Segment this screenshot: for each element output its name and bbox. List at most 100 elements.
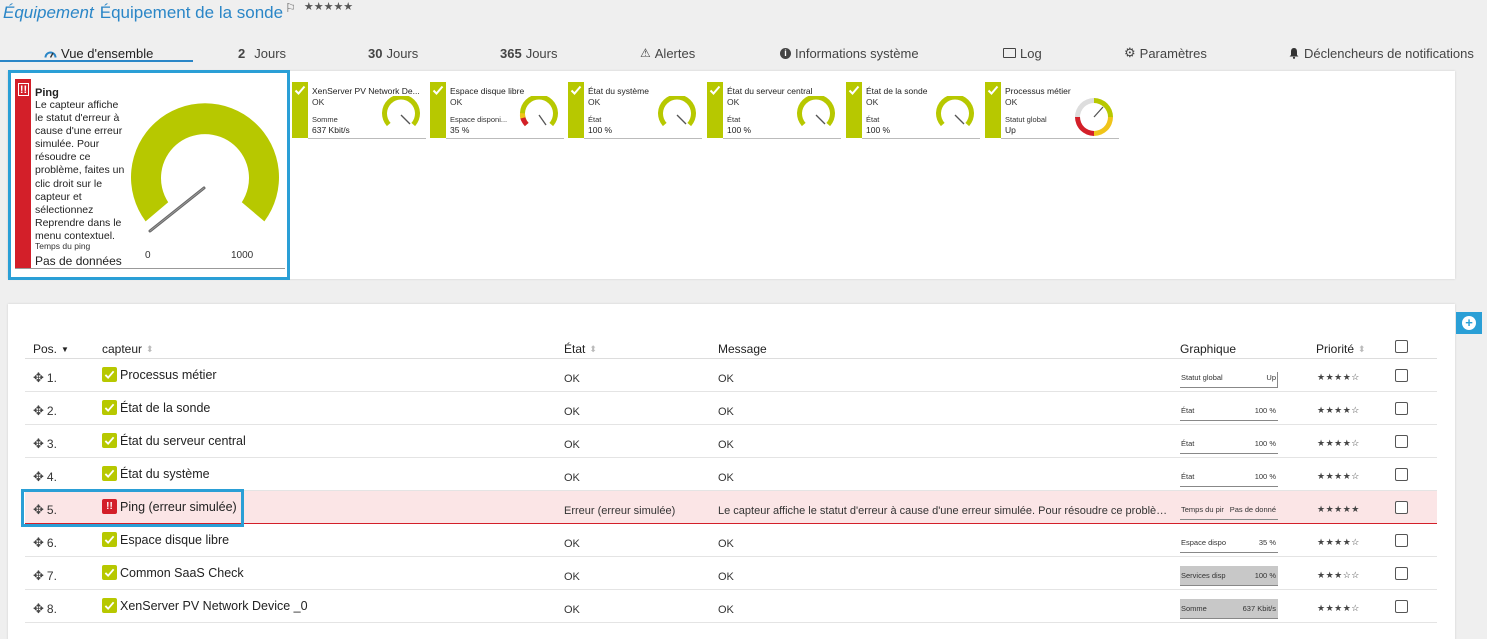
gauge-probe-health[interactable]: État de la sonde OK État 100 % bbox=[846, 82, 981, 139]
drag-handle-icon[interactable]: ✥ bbox=[33, 568, 44, 584]
row-priority-stars[interactable]: ★★★★☆ bbox=[1317, 372, 1360, 383]
gauge-disk-free[interactable]: Espace disque libre OK Espace disponi...… bbox=[430, 82, 565, 139]
mini-channel: Statut global bbox=[1181, 373, 1223, 382]
column-header-message[interactable]: Message bbox=[718, 342, 767, 356]
log-icon bbox=[1003, 48, 1016, 58]
row-position[interactable]: ✥ 1. bbox=[33, 370, 57, 386]
row-checkbox[interactable] bbox=[1395, 468, 1408, 481]
row-priority-stars[interactable]: ★★★★☆ bbox=[1317, 603, 1360, 614]
row-position[interactable]: ✥ 7. bbox=[33, 568, 57, 584]
select-all-checkbox[interactable] bbox=[1395, 340, 1408, 353]
table-row[interactable]: ✥ 7. Common SaaS Check OK OK Services dis… bbox=[25, 557, 1437, 590]
row-checkbox[interactable] bbox=[1395, 534, 1408, 547]
ping-gauge-card[interactable]: !! Ping Le capteur affiche le statut d'e… bbox=[8, 70, 290, 280]
row-sensor-name[interactable]: XenServer PV Network Device _0 bbox=[120, 599, 308, 613]
row-position[interactable]: ✥ 6. bbox=[33, 535, 57, 551]
mini-value: 35 % bbox=[1258, 538, 1276, 547]
row-position[interactable]: ✥ 4. bbox=[33, 469, 57, 485]
tab-notification-triggers[interactable]: Déclencheurs de notifications bbox=[1288, 44, 1474, 62]
row-sensor[interactable]: XenServer PV Network Device _0 bbox=[102, 598, 308, 613]
row-position[interactable]: ✥ 3. bbox=[33, 436, 57, 452]
row-sensor[interactable]: Processus métier bbox=[102, 367, 217, 382]
gauge-system-health[interactable]: État du système OK État 100 % bbox=[568, 82, 703, 139]
gauge-business-process[interactable]: Processus métier OK Statut global Up bbox=[985, 82, 1120, 139]
row-checkbox[interactable] bbox=[1395, 501, 1408, 514]
row-priority-stars[interactable]: ★★★★☆ bbox=[1317, 537, 1360, 548]
gauge-sensor-name[interactable]: Processus métier bbox=[1005, 86, 1117, 96]
row-sensor-name[interactable]: État du système bbox=[120, 467, 210, 481]
tab-365-days[interactable]: 365 Jours bbox=[500, 44, 558, 62]
row-mini-graph[interactable]: Statut global Up bbox=[1180, 368, 1278, 388]
row-state: Erreur (erreur simulée) bbox=[564, 505, 676, 517]
column-header-state-label: État bbox=[564, 342, 586, 356]
row-sensor-name[interactable]: État de la sonde bbox=[120, 401, 210, 415]
drag-handle-icon[interactable]: ✥ bbox=[33, 535, 44, 551]
drag-handle-icon[interactable]: ✥ bbox=[33, 436, 44, 452]
tab-system-info[interactable]: i Informations système bbox=[780, 44, 919, 62]
row-priority-stars[interactable]: ★★★★★ bbox=[1317, 504, 1360, 515]
gauge-core-health[interactable]: État du serveur central OK État 100 % bbox=[707, 82, 842, 139]
gauge-value: 100 % bbox=[866, 125, 891, 135]
row-sensor-name[interactable]: Processus métier bbox=[120, 368, 217, 382]
row-mini-graph[interactable]: État 100 % bbox=[1180, 434, 1278, 454]
table-row[interactable]: ✥ 4. État du système OK OK État 100 % ★★★★… bbox=[25, 458, 1437, 491]
row-sensor[interactable]: Espace disque libre bbox=[102, 532, 229, 547]
row-priority-stars[interactable]: ★★★★☆ bbox=[1317, 405, 1360, 416]
drag-handle-icon[interactable]: ✥ bbox=[33, 403, 44, 419]
row-priority-stars[interactable]: ★★★★☆ bbox=[1317, 438, 1360, 449]
table-row[interactable]: ✥ 1. Processus métier OK OK Statut global… bbox=[25, 359, 1437, 392]
column-header-state[interactable]: État ⬍ bbox=[564, 342, 597, 356]
gauge-sensor-name[interactable]: État du serveur central bbox=[727, 86, 839, 96]
row-mini-graph[interactable]: Somme 637 Kbit/s bbox=[1180, 599, 1278, 619]
drag-handle-icon[interactable]: ✥ bbox=[33, 601, 44, 617]
row-sensor-name[interactable]: État du serveur central bbox=[120, 434, 246, 448]
gauge-sensor-name[interactable]: État du système bbox=[588, 86, 700, 96]
gauge-channel: État bbox=[727, 115, 741, 124]
row-position[interactable]: ✥ 8. bbox=[33, 601, 57, 617]
row-priority-stars[interactable]: ★★★★☆ bbox=[1317, 471, 1360, 482]
gauge-xenserver-network[interactable]: XenServer PV Network De... OK Somme 637 … bbox=[292, 82, 427, 139]
row-checkbox[interactable] bbox=[1395, 402, 1408, 415]
row-mini-graph[interactable]: État 100 % bbox=[1180, 467, 1278, 487]
column-header-pos[interactable]: Pos. ▼ bbox=[33, 342, 69, 356]
row-sensor-name[interactable]: Espace disque libre bbox=[120, 533, 229, 547]
tab-settings[interactable]: ⚙ Paramètres bbox=[1124, 44, 1207, 62]
tab-2-days[interactable]: 2 Jours bbox=[238, 44, 286, 62]
device-name[interactable]: Équipement de la sonde bbox=[100, 3, 283, 23]
flag-icon[interactable]: ⚐ bbox=[285, 1, 296, 15]
row-message: OK bbox=[718, 604, 734, 616]
add-sensor-button[interactable]: + bbox=[1456, 312, 1482, 334]
column-header-sensor[interactable]: capteur ⬍ bbox=[102, 342, 154, 356]
tab-30-days[interactable]: 30 Jours bbox=[368, 44, 418, 62]
row-checkbox[interactable] bbox=[1395, 369, 1408, 382]
table-row[interactable]: ✥ 8. XenServer PV Network Device _0 OK OK… bbox=[25, 590, 1437, 623]
table-row[interactable]: ✥ 6. Espace disque libre OK OK Espace dis… bbox=[25, 524, 1437, 557]
row-sensor-name[interactable]: Common SaaS Check bbox=[120, 566, 244, 580]
row-mini-graph[interactable]: Espace dispo 35 % bbox=[1180, 533, 1278, 553]
table-row[interactable]: ✥ 3. État du serveur central OK OK État 10… bbox=[25, 425, 1437, 458]
row-mini-graph[interactable]: État 100 % bbox=[1180, 401, 1278, 421]
row-checkbox[interactable] bbox=[1395, 435, 1408, 448]
row-sensor[interactable]: État de la sonde bbox=[102, 400, 210, 415]
priority-stars[interactable]: ★★★★★ bbox=[304, 0, 353, 13]
drag-handle-icon[interactable]: ✥ bbox=[33, 370, 44, 386]
row-sensor[interactable]: État du serveur central bbox=[102, 433, 246, 448]
row-sensor[interactable]: Common SaaS Check bbox=[102, 565, 244, 580]
tab-alerts[interactable]: ⚠ Alertes bbox=[640, 44, 695, 62]
gauge-sensor-name[interactable]: Ping bbox=[35, 87, 59, 99]
row-priority-stars[interactable]: ★★★☆☆ bbox=[1317, 570, 1360, 581]
gauge-sensor-name[interactable]: XenServer PV Network De... bbox=[312, 86, 424, 96]
row-position[interactable]: ✥ 2. bbox=[33, 403, 57, 419]
row-checkbox[interactable] bbox=[1395, 600, 1408, 613]
row-sensor[interactable]: État du système bbox=[102, 466, 210, 481]
drag-handle-icon[interactable]: ✥ bbox=[33, 469, 44, 485]
gauge-sensor-name[interactable]: État de la sonde bbox=[866, 86, 978, 96]
table-row[interactable]: ✥ 2. État de la sonde OK OK État 100 % ★★★… bbox=[25, 392, 1437, 425]
tab-log[interactable]: Log bbox=[1003, 44, 1042, 62]
row-mini-graph[interactable]: Services disp 100 % bbox=[1180, 566, 1278, 586]
row-checkbox[interactable] bbox=[1395, 567, 1408, 580]
gauge-sensor-name[interactable]: Espace disque libre bbox=[450, 86, 562, 96]
column-header-priority[interactable]: Priorité ⬍ bbox=[1316, 342, 1366, 356]
row-mini-graph[interactable]: Temps du pir Pas de donné bbox=[1180, 500, 1278, 520]
column-header-pos-label: Pos. bbox=[33, 342, 58, 356]
